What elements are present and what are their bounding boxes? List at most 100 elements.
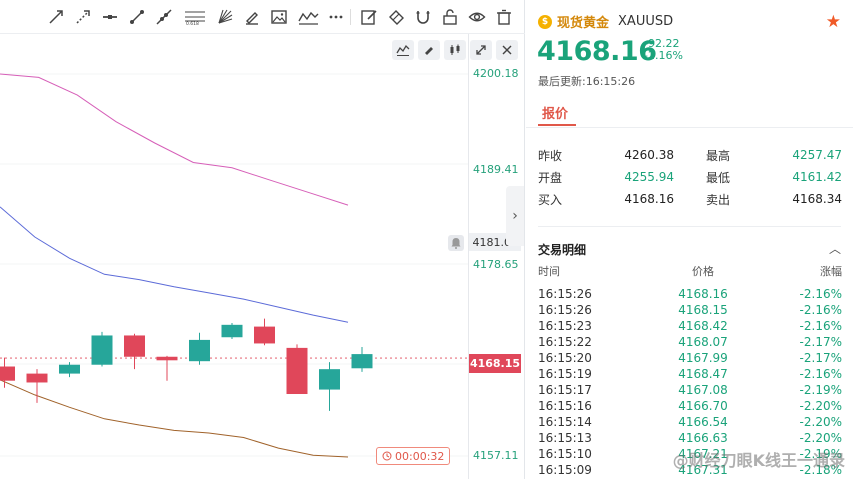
trade-change: -2.16% [799, 287, 842, 301]
candle-countdown: 00:00:32 [376, 447, 451, 465]
lock-icon[interactable] [439, 6, 461, 28]
candle-body [286, 347, 308, 395]
trade-price: 4168.15 [678, 303, 728, 317]
trend-line-icon[interactable] [45, 6, 67, 28]
quote-stats: 昨收 4260.38 最高 4257.47 开盘 4255.94 最低 4161… [538, 144, 842, 210]
ma-upper-line [0, 73, 349, 206]
stat-label: 最高 [706, 148, 731, 163]
trade-row: 16:15:23 4168.42 -2.16% [538, 318, 842, 334]
eraser-icon[interactable] [385, 6, 407, 28]
trade-row: 16:15:20 4167.99 -2.17% [538, 350, 842, 366]
trades-title: 交易明细 [538, 243, 587, 257]
bell-icon[interactable] [448, 235, 464, 251]
wave-icon[interactable] [296, 6, 320, 28]
trade-price: 4168.16 [678, 287, 728, 301]
price-axis-label: 4157.11 [473, 449, 519, 462]
candle-body [319, 369, 340, 390]
trade-change: -2.20% [799, 431, 842, 445]
tab-underline [538, 124, 576, 126]
trade-time: 16:15:19 [538, 367, 592, 381]
image-icon[interactable] [268, 6, 290, 28]
section-divider [538, 226, 841, 227]
current-price: 4168.16 [537, 36, 657, 67]
trade-price: 4168.42 [678, 319, 728, 333]
trade-change: -2.16% [799, 367, 842, 381]
price-axis-label: 4189.41 [473, 162, 519, 176]
segment-line-icon[interactable] [126, 6, 148, 28]
trade-row: 16:15:13 4166.63 -2.20% [538, 430, 842, 446]
col-change: 涨幅 [820, 265, 842, 278]
drawing-toolbar: 0.618 [0, 0, 525, 34]
price-change: -92.22 -2.16% [644, 38, 683, 62]
stat-label: 昨收 [538, 148, 563, 163]
chevron-right-icon[interactable]: › [506, 186, 524, 246]
collapse-chevron-icon[interactable]: ︿ [829, 240, 841, 257]
candlestick-plot[interactable] [0, 34, 468, 479]
price-axis-label: 4200.18 [473, 67, 519, 80]
candle-body [189, 339, 210, 362]
stat-value: 4260.38 [624, 148, 674, 162]
trade-row: 16:15:26 4168.16 -2.16% [538, 286, 842, 302]
trade-price: 4167.99 [678, 351, 728, 365]
brush-icon[interactable] [241, 6, 263, 28]
extended-line-icon[interactable] [153, 6, 175, 28]
trade-row: 16:15:16 4166.70 -2.20% [538, 398, 842, 414]
candle-body [254, 326, 275, 344]
trades-header: 时间 价格 涨幅 [538, 263, 842, 279]
horizontal-line-icon[interactable] [99, 6, 121, 28]
tab-divider [526, 127, 853, 128]
trade-time: 16:15:22 [538, 335, 592, 349]
trade-time: 16:15:17 [538, 383, 592, 397]
trade-row: 16:15:26 4168.15 -2.16% [538, 302, 842, 318]
quote-panel: $ 现货黄金 XAUUSD ★ 4168.16 -92.22 -2.16% 最后… [526, 0, 853, 479]
candle-body [91, 335, 113, 365]
toolbar-divider [350, 9, 351, 25]
trade-change: -2.17% [799, 351, 842, 365]
trade-price: 4168.07 [678, 335, 728, 349]
stat-row: 昨收 4260.38 最高 4257.47 [538, 144, 842, 166]
trade-price: 4168.47 [678, 367, 728, 381]
trade-time: 16:15:26 [538, 287, 592, 301]
trade-time: 16:15:16 [538, 399, 592, 413]
stat-value: 4257.47 [792, 148, 842, 162]
trade-price: 4166.70 [678, 399, 728, 413]
candle-body [59, 364, 80, 374]
trade-price: 4167.08 [678, 383, 728, 397]
magnet-icon[interactable] [412, 6, 434, 28]
trade-time: 16:15:14 [538, 415, 592, 429]
col-time: 时间 [538, 265, 560, 278]
last-update-time: 最后更新:16:15:26 [538, 75, 636, 88]
trade-time: 16:15:10 [538, 447, 592, 461]
stat-value: 4255.94 [624, 170, 674, 184]
trade-row: 16:15:14 4166.54 -2.20% [538, 414, 842, 430]
favorite-star-icon[interactable]: ★ [826, 12, 841, 32]
stat-label: 开盘 [538, 170, 563, 185]
svg-text:0.618: 0.618 [186, 21, 199, 26]
instrument-symbol: XAUUSD [618, 14, 674, 29]
eye-icon[interactable] [466, 6, 488, 28]
trade-change: -2.17% [799, 335, 842, 349]
chart-area[interactable]: 0.618 4200.18 4189.41 4178.65 4157.11 4181.… [0, 0, 525, 479]
ray-line-icon[interactable] [72, 6, 94, 28]
trade-change: -2.20% [799, 399, 842, 413]
candle-body [351, 354, 373, 369]
trade-time: 16:15:20 [538, 351, 592, 365]
candle-body [156, 356, 178, 361]
ma-middle-line [0, 206, 349, 323]
trade-price: 4166.54 [678, 415, 728, 429]
edit-note-icon[interactable] [358, 6, 380, 28]
gann-fan-icon[interactable] [214, 6, 236, 28]
trade-time: 16:15:13 [538, 431, 592, 445]
fibonacci-icon[interactable]: 0.618 [181, 6, 209, 28]
price-axis: 4200.18 4189.41 4178.65 4157.11 [468, 34, 524, 479]
candle-body [26, 373, 48, 383]
trash-icon[interactable] [493, 6, 515, 28]
trade-time: 16:15:26 [538, 303, 592, 317]
tab-quote[interactable]: 报价 [542, 103, 568, 122]
more-icon[interactable] [325, 6, 347, 28]
watermark: @财经刀眼K线王一通录 [672, 451, 845, 470]
trade-change: -2.20% [799, 415, 842, 429]
candle-body [221, 324, 243, 338]
trade-change: -2.16% [799, 303, 842, 317]
stat-label: 卖出 [706, 192, 731, 207]
